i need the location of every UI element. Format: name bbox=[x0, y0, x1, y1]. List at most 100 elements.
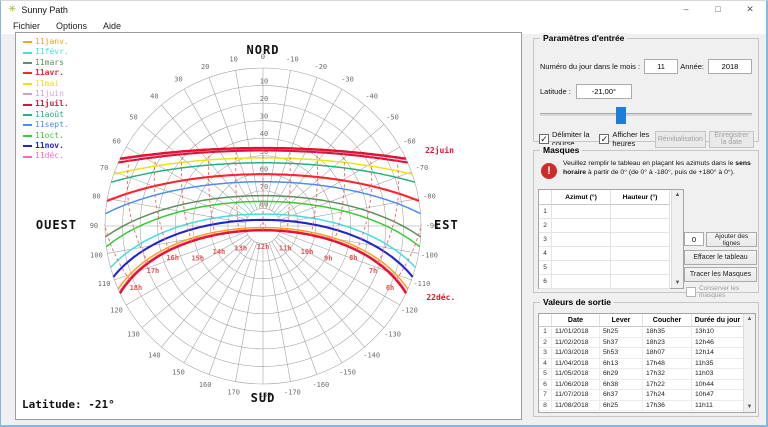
reset-button[interactable]: Réinitialisation bbox=[655, 131, 706, 148]
row-number[interactable]: 2 bbox=[539, 219, 552, 233]
date-cell[interactable]: 11/01/2018 bbox=[552, 327, 600, 338]
show-hours-checkbox[interactable]: ✓ bbox=[599, 134, 609, 144]
output-table[interactable]: DateLeverCoucherDurée du jour 111/01/2018… bbox=[538, 313, 756, 413]
day-input[interactable] bbox=[644, 59, 678, 74]
masks-table[interactable]: Azimut (°)Hauteur (°) 123456 ▲ ▼ bbox=[538, 189, 684, 289]
scroll-up-icon[interactable]: ▲ bbox=[672, 190, 683, 200]
svg-text:10: 10 bbox=[260, 78, 268, 86]
row-number[interactable]: 4 bbox=[539, 247, 552, 261]
row-number[interactable]: 8 bbox=[539, 401, 552, 412]
hauteur-cell[interactable] bbox=[611, 247, 670, 261]
row-number[interactable]: 3 bbox=[539, 348, 552, 359]
date-cell[interactable]: 11/07/2018 bbox=[552, 390, 600, 401]
hauteur-cell[interactable] bbox=[611, 233, 670, 247]
title-bar: ✳ Sunny Path – □ ✕ bbox=[1, 1, 766, 18]
duree-cell[interactable]: 12h14 bbox=[692, 348, 744, 359]
azimut-cell[interactable] bbox=[552, 233, 611, 247]
lever-cell[interactable]: 5h53 bbox=[600, 348, 643, 359]
scroll-down-icon[interactable]: ▼ bbox=[672, 278, 683, 288]
hauteur-cell[interactable] bbox=[611, 205, 670, 219]
azimut-cell[interactable] bbox=[552, 247, 611, 261]
row-number[interactable]: 5 bbox=[539, 369, 552, 380]
coucher-cell[interactable]: 18h23 bbox=[643, 338, 692, 349]
coucher-cell[interactable]: 17h48 bbox=[643, 359, 692, 370]
hauteur-cell[interactable] bbox=[611, 219, 670, 233]
date-cell[interactable]: 11/02/2018 bbox=[552, 338, 600, 349]
add-rows-button[interactable]: Ajouter des lignes bbox=[706, 232, 757, 247]
column-header[interactable]: Lever bbox=[600, 314, 643, 327]
legend-label: 11mars bbox=[35, 58, 64, 68]
row-number[interactable]: 3 bbox=[539, 233, 552, 247]
svg-text:70: 70 bbox=[100, 164, 108, 172]
minimize-button[interactable]: – bbox=[670, 1, 702, 18]
column-header[interactable]: Durée du jour bbox=[692, 314, 744, 327]
row-number[interactable]: 5 bbox=[539, 261, 552, 275]
hour-line bbox=[209, 150, 216, 235]
lever-cell[interactable]: 6h25 bbox=[600, 401, 643, 412]
year-input[interactable] bbox=[708, 59, 752, 74]
masks-table-scrollbar[interactable]: ▲ ▼ bbox=[671, 190, 683, 288]
azimut-cell[interactable] bbox=[552, 261, 611, 275]
column-header[interactable]: Azimut (°) bbox=[552, 190, 611, 205]
row-number[interactable]: 6 bbox=[539, 275, 552, 289]
date-cell[interactable]: 11/03/2018 bbox=[552, 348, 600, 359]
add-rows-count-input[interactable] bbox=[684, 232, 704, 246]
duree-cell[interactable]: 11h35 bbox=[692, 359, 744, 370]
corner-cell[interactable] bbox=[539, 314, 552, 327]
row-number[interactable]: 2 bbox=[539, 338, 552, 349]
clear-table-button[interactable]: Effacer le tableau bbox=[684, 250, 757, 265]
date-cell[interactable]: 11/05/2018 bbox=[552, 369, 600, 380]
duree-cell[interactable]: 10h47 bbox=[692, 390, 744, 401]
duree-cell[interactable]: 12h46 bbox=[692, 338, 744, 349]
corner-cell[interactable] bbox=[539, 190, 552, 205]
maximize-button[interactable]: □ bbox=[702, 1, 734, 18]
duree-cell[interactable]: 10h44 bbox=[692, 380, 744, 391]
hauteur-cell[interactable] bbox=[611, 275, 670, 289]
duree-cell[interactable]: 11h03 bbox=[692, 369, 744, 380]
trace-masks-button[interactable]: Tracer les Masques bbox=[684, 267, 757, 282]
svg-text:-140: -140 bbox=[363, 352, 380, 360]
coucher-cell[interactable]: 18h07 bbox=[643, 348, 692, 359]
delimit-checkbox[interactable]: ✓ bbox=[539, 134, 549, 144]
keep-masks-checkbox[interactable]: ✓ bbox=[686, 287, 696, 297]
date-cell[interactable]: 11/04/2018 bbox=[552, 359, 600, 370]
svg-text:-100: -100 bbox=[421, 251, 438, 259]
column-header[interactable]: Coucher bbox=[643, 314, 692, 327]
lever-cell[interactable]: 5h37 bbox=[600, 338, 643, 349]
azimut-cell[interactable] bbox=[552, 275, 611, 289]
coucher-cell[interactable]: 17h22 bbox=[643, 380, 692, 391]
row-number[interactable]: 1 bbox=[539, 205, 552, 219]
row-number[interactable]: 6 bbox=[539, 380, 552, 391]
duree-cell[interactable]: 13h10 bbox=[692, 327, 744, 338]
coucher-cell[interactable]: 18h35 bbox=[643, 327, 692, 338]
duree-cell[interactable]: 11h11 bbox=[692, 401, 744, 412]
output-table-scrollbar[interactable]: ▲ ▼ bbox=[743, 314, 755, 412]
slider-handle[interactable] bbox=[616, 107, 626, 124]
latitude-slider[interactable] bbox=[540, 113, 752, 116]
date-cell[interactable]: 11/06/2018 bbox=[552, 380, 600, 391]
save-date-button[interactable]: Enregistrer la date bbox=[709, 131, 754, 148]
column-header[interactable]: Date bbox=[552, 314, 600, 327]
lever-cell[interactable]: 5h25 bbox=[600, 327, 643, 338]
coucher-cell[interactable]: 17h24 bbox=[643, 390, 692, 401]
coucher-cell[interactable]: 17h32 bbox=[643, 369, 692, 380]
column-header[interactable]: Hauteur (°) bbox=[611, 190, 670, 205]
compass-label: NORD bbox=[247, 43, 280, 57]
date-cell[interactable]: 11/08/2018 bbox=[552, 401, 600, 412]
legend-line-sample bbox=[23, 72, 32, 74]
coucher-cell[interactable]: 17h36 bbox=[643, 401, 692, 412]
close-button[interactable]: ✕ bbox=[734, 1, 766, 18]
latitude-input[interactable] bbox=[576, 84, 632, 99]
hauteur-cell[interactable] bbox=[611, 261, 670, 275]
lever-cell[interactable]: 6h38 bbox=[600, 380, 643, 391]
azimut-cell[interactable] bbox=[552, 205, 611, 219]
row-number[interactable]: 1 bbox=[539, 327, 552, 338]
row-number[interactable]: 7 bbox=[539, 390, 552, 401]
lever-cell[interactable]: 6h29 bbox=[600, 369, 643, 380]
azimut-cell[interactable] bbox=[552, 219, 611, 233]
lever-cell[interactable]: 6h37 bbox=[600, 390, 643, 401]
row-number[interactable]: 4 bbox=[539, 359, 552, 370]
lever-cell[interactable]: 6h13 bbox=[600, 359, 643, 370]
scroll-down-icon[interactable]: ▼ bbox=[744, 402, 755, 412]
scroll-up-icon[interactable]: ▲ bbox=[744, 314, 755, 324]
